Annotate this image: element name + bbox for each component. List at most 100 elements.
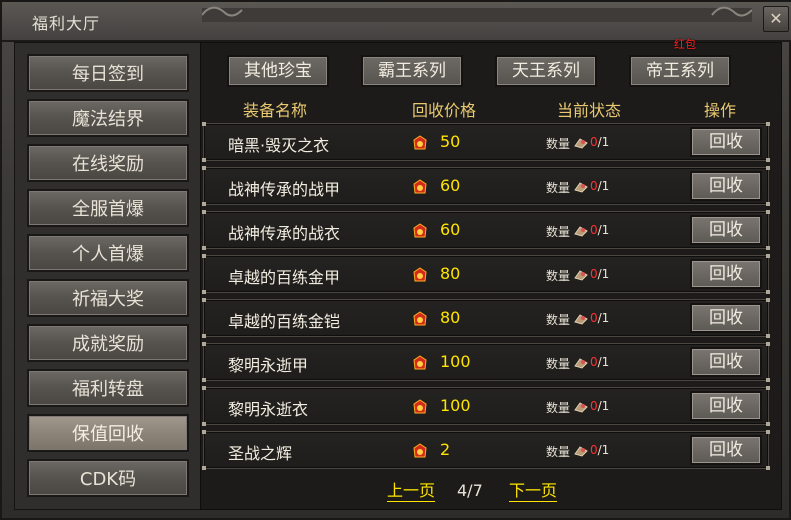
tab-overlord-series[interactable]: 霸王系列 [361, 55, 463, 87]
quantity-required: /1 [597, 267, 610, 281]
quantity-required: /1 [597, 135, 610, 149]
row-corner [202, 422, 206, 426]
recycle-button[interactable]: 回收 [690, 127, 762, 157]
gem-icon [573, 223, 589, 237]
quantity-value: 0/1 [590, 267, 609, 281]
table-row: 黎明永逝衣 100 数量 0/1 回收 [202, 386, 770, 426]
recycle-price: 2 [440, 440, 451, 459]
sidebar-item-personal-first-drop[interactable]: 个人首爆 [27, 234, 189, 272]
recycle-button[interactable]: 回收 [690, 391, 762, 421]
row-corner [766, 334, 770, 338]
red-packet-badge[interactable]: 红包 [674, 36, 696, 52]
row-corner [202, 246, 206, 250]
tab-other-treasures[interactable]: 其他珍宝 [227, 55, 329, 87]
recycle-price: 50 [440, 132, 461, 151]
sidebar: 每日签到 魔法结界 在线奖励 全服首爆 个人首爆 祈福大奖 成就奖励 福利转盘 … [14, 42, 201, 510]
row-corner [202, 342, 206, 346]
row-corner [766, 210, 770, 214]
recycle-button[interactable]: 回收 [690, 435, 762, 465]
title-ornament [202, 6, 752, 22]
quantity-owned: 0 [590, 267, 598, 281]
row-corner [766, 342, 770, 346]
item-name: 暗黑·毁灭之衣 [228, 136, 330, 155]
tab-emperor-series[interactable]: 帝王系列 [629, 55, 731, 87]
gem-icon [573, 399, 589, 413]
quantity-value: 0/1 [590, 223, 609, 237]
sidebar-item-cdk[interactable]: CDK码 [27, 459, 189, 497]
row-corner [202, 210, 206, 214]
recycle-price: 60 [440, 220, 461, 239]
tab-heavenly-king-series[interactable]: 天王系列 [495, 55, 597, 87]
quantity-required: /1 [597, 443, 610, 457]
row-corner [202, 334, 206, 338]
row-corner [766, 290, 770, 294]
next-page-link[interactable]: 下一页 [509, 481, 558, 502]
table-row: 卓越的百练金甲 80 数量 0/1 回收 [202, 254, 770, 294]
header-item-name: 装备名称 [243, 101, 308, 120]
red-envelope-coin-icon [412, 267, 428, 283]
prev-page-link[interactable]: 上一页 [387, 481, 436, 502]
recycle-price: 80 [440, 264, 461, 283]
row-corner [766, 166, 770, 170]
sidebar-item-online-reward[interactable]: 在线奖励 [27, 144, 189, 182]
quantity-required: /1 [597, 355, 610, 369]
recycle-price: 100 [440, 352, 471, 371]
table-row: 圣战之辉 2 数量 0/1 回收 [202, 430, 770, 470]
row-corner [766, 430, 770, 434]
item-name: 圣战之辉 [228, 444, 293, 463]
quantity-required: /1 [597, 179, 610, 193]
row-corner [766, 298, 770, 302]
row-corner [202, 466, 206, 470]
red-envelope-coin-icon [412, 355, 428, 371]
red-envelope-coin-icon [412, 311, 428, 327]
quantity-owned: 0 [590, 311, 598, 325]
recycle-price: 60 [440, 176, 461, 195]
recycle-button[interactable]: 回收 [690, 347, 762, 377]
recycle-button[interactable]: 回收 [690, 215, 762, 245]
gem-icon [573, 311, 589, 325]
row-corner [766, 466, 770, 470]
quantity-owned: 0 [590, 355, 598, 369]
gem-icon [573, 355, 589, 369]
sidebar-item-achievement[interactable]: 成就奖励 [27, 324, 189, 362]
row-corner [766, 246, 770, 250]
sidebar-item-wheel[interactable]: 福利转盘 [27, 369, 189, 407]
sidebar-item-blessing-prize[interactable]: 祈福大奖 [27, 279, 189, 317]
item-name: 卓越的百练金铠 [228, 312, 341, 331]
sidebar-item-daily-signin[interactable]: 每日签到 [27, 54, 189, 92]
header-price: 回收价格 [412, 101, 477, 120]
page-indicator: 4/7 [457, 481, 483, 500]
row-corner [202, 386, 206, 390]
quantity-value: 0/1 [590, 443, 609, 457]
recycle-button[interactable]: 回收 [690, 171, 762, 201]
row-corner [202, 202, 206, 206]
item-name: 卓越的百练金甲 [228, 268, 341, 287]
quantity-label: 数量 [546, 137, 571, 151]
recycle-button[interactable]: 回收 [690, 303, 762, 333]
gem-icon [573, 267, 589, 281]
sidebar-item-magic-barrier[interactable]: 魔法结界 [27, 99, 189, 137]
item-name: 战神传承的战甲 [228, 180, 341, 199]
recycle-button[interactable]: 回收 [690, 259, 762, 289]
red-envelope-coin-icon [412, 135, 428, 151]
red-envelope-coin-icon [412, 399, 428, 415]
row-corner [766, 202, 770, 206]
row-corner [766, 386, 770, 390]
quantity-value: 0/1 [590, 179, 609, 193]
table-row: 战神传承的战衣 60 数量 0/1 回收 [202, 210, 770, 250]
header-status: 当前状态 [557, 101, 622, 120]
quantity-required: /1 [597, 223, 610, 237]
row-corner [202, 298, 206, 302]
quantity-value: 0/1 [590, 135, 609, 149]
close-button[interactable]: ✕ [763, 6, 789, 32]
quantity-label: 数量 [546, 269, 571, 283]
title-bar[interactable]: 福利大厅 ✕ [2, 2, 791, 42]
gem-icon [573, 179, 589, 193]
header-action: 操作 [704, 101, 737, 120]
table-row: 黎明永逝甲 100 数量 0/1 回收 [202, 342, 770, 382]
welfare-hall-window: 福利大厅 ✕ 每日签到 魔法结界 在线奖励 全服首爆 个人首爆 祈福大奖 成就奖… [0, 0, 791, 520]
sidebar-item-recycle[interactable]: 保值回收 [27, 414, 189, 452]
sidebar-item-server-first-drop[interactable]: 全服首爆 [27, 189, 189, 227]
table-row: 暗黑·毁灭之衣 50 数量 0/1 回收 [202, 122, 770, 162]
quantity-required: /1 [597, 311, 610, 325]
